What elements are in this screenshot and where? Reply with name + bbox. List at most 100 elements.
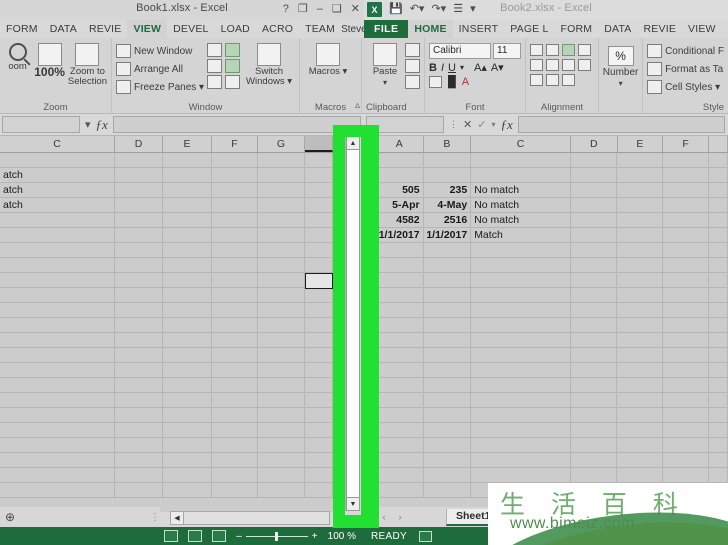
grid-cell-H5[interactable] xyxy=(305,213,333,227)
grid-cell-B11[interactable] xyxy=(424,303,472,317)
grid-cell-E2[interactable] xyxy=(163,168,212,182)
grid-cell-E7[interactable] xyxy=(617,243,664,257)
grid-cell-E5[interactable] xyxy=(617,213,664,227)
grid-cell-C1[interactable] xyxy=(471,153,571,167)
tab-data[interactable]: DATA xyxy=(598,20,637,38)
grid-cell-C22[interactable] xyxy=(0,468,115,482)
grid-cell-H19[interactable] xyxy=(305,423,333,437)
grid-cell-E8[interactable] xyxy=(163,258,212,272)
grid-cell-G8[interactable] xyxy=(709,258,728,272)
grid-cell-F19[interactable] xyxy=(663,423,709,437)
grid-cell-D4[interactable] xyxy=(571,198,618,212)
arrange-all-button[interactable]: Arrange All xyxy=(116,61,204,77)
grid-cell-F18[interactable] xyxy=(663,408,709,422)
zoom-level-label[interactable]: 100 % xyxy=(328,531,356,542)
col-header-G[interactable] xyxy=(709,136,728,152)
grid-cell-A11[interactable] xyxy=(376,303,424,317)
grid-cell-D8[interactable] xyxy=(115,258,163,272)
grid-cell-B4[interactable]: 4-May xyxy=(424,198,472,212)
prev-sheet-icon[interactable]: ‹ xyxy=(376,512,392,523)
grid-cell-F20[interactable] xyxy=(212,438,258,452)
grid-cell-C16[interactable] xyxy=(0,378,115,392)
grid-cell-G20[interactable] xyxy=(709,438,728,452)
decrease-font-size-icon[interactable]: A▾ xyxy=(491,61,504,74)
grid-cell-G1[interactable] xyxy=(709,153,728,167)
grid-cell-F1[interactable] xyxy=(663,153,709,167)
cut-icon[interactable] xyxy=(405,43,420,57)
grid-cell-D22[interactable] xyxy=(571,468,618,482)
copy-icon[interactable] xyxy=(405,59,420,73)
grid-cell-E3[interactable] xyxy=(617,183,664,197)
grid-cell-G6[interactable] xyxy=(258,228,305,242)
grid-cell-C12[interactable] xyxy=(0,318,115,332)
grid-cell-A8[interactable] xyxy=(376,258,424,272)
grid-cell-G22[interactable] xyxy=(258,468,305,482)
grid-cell-G18[interactable] xyxy=(258,408,305,422)
grid-cell-C17[interactable] xyxy=(471,393,571,407)
grid-cell-H11[interactable] xyxy=(305,303,333,317)
grid-cell-B13[interactable] xyxy=(424,333,472,347)
grid-cell-D14[interactable] xyxy=(115,348,163,362)
grid-cell-F3[interactable] xyxy=(212,183,258,197)
grid-cell-D3[interactable] xyxy=(115,183,163,197)
decrease-indent-icon[interactable] xyxy=(530,74,543,86)
grid-cell-G5[interactable] xyxy=(709,213,728,227)
col-header-H[interactable] xyxy=(305,136,333,152)
grid-cell-C21[interactable] xyxy=(471,453,571,467)
grid-cell-E4[interactable] xyxy=(617,198,664,212)
tab-page-layout[interactable]: PAGE L xyxy=(504,20,554,38)
grid-cell-D10[interactable] xyxy=(571,288,618,302)
grid-cell-D15[interactable] xyxy=(115,363,163,377)
orientation-icon[interactable] xyxy=(578,44,591,56)
grid-cell-A4[interactable]: 5-Apr xyxy=(376,198,424,212)
grid-cell-A12[interactable] xyxy=(376,318,424,332)
grid-cell-F8[interactable] xyxy=(212,258,258,272)
selected-cell[interactable] xyxy=(305,273,333,289)
add-sheet-button[interactable]: ⊕ xyxy=(0,510,20,524)
grid-cell-H20[interactable] xyxy=(305,438,333,452)
tab-insert[interactable]: INSERT xyxy=(453,20,505,38)
grid-cell-E16[interactable] xyxy=(617,378,664,392)
grid-cell-C9[interactable] xyxy=(471,273,571,287)
grid-cell-F15[interactable] xyxy=(663,363,709,377)
grid-cell-C20[interactable] xyxy=(471,438,571,452)
grid-cell-D21[interactable] xyxy=(115,453,163,467)
grid-cell-F16[interactable] xyxy=(212,378,258,392)
col-header-E[interactable]: E xyxy=(618,136,664,152)
grid-cell-H4[interactable] xyxy=(305,198,333,212)
tab-acrobat[interactable]: ACRO xyxy=(256,20,299,38)
grid-cell-C14[interactable] xyxy=(471,348,571,362)
grid-cell-D11[interactable] xyxy=(571,303,618,317)
grid-cell-F2[interactable] xyxy=(212,168,258,182)
grid-cell-D17[interactable] xyxy=(571,393,618,407)
formula-input[interactable] xyxy=(517,116,725,133)
grid-cell-D23[interactable] xyxy=(115,483,163,497)
font-name-input[interactable]: Calibri xyxy=(429,43,491,59)
grid-cell-E11[interactable] xyxy=(163,303,212,317)
grid-cell-F11[interactable] xyxy=(663,303,709,317)
grid-cell-G4[interactable] xyxy=(258,198,305,212)
grid-cell-D6[interactable] xyxy=(571,228,618,242)
grid-cell-G13[interactable] xyxy=(709,333,728,347)
grid-cell-C22[interactable] xyxy=(471,468,571,482)
chevron-down-icon[interactable]: ▾ xyxy=(383,78,387,88)
grid-cell-B2[interactable] xyxy=(424,168,472,182)
grid-cell-E6[interactable] xyxy=(163,228,212,242)
grid-cell-B12[interactable] xyxy=(424,318,472,332)
cancel-formula-icon[interactable]: ✕ xyxy=(463,118,472,131)
grid-cell-B6[interactable]: 1/1/2017 xyxy=(424,228,472,242)
grid-cell-D21[interactable] xyxy=(571,453,618,467)
view-side-by-side-icon[interactable] xyxy=(225,43,241,57)
zoom-to-selection-button[interactable]: Zoom to Selection xyxy=(68,40,107,87)
grid-cell-D16[interactable] xyxy=(115,378,163,392)
grid-cell-B19[interactable] xyxy=(424,423,472,437)
grid-cell-C3[interactable]: No match xyxy=(471,183,571,197)
grid-cell-G14[interactable] xyxy=(258,348,305,362)
grid-cell-A2[interactable] xyxy=(376,168,424,182)
grid-cell-F19[interactable] xyxy=(212,423,258,437)
grid-cell-F11[interactable] xyxy=(212,303,258,317)
maximize-icon[interactable]: ❑ xyxy=(332,1,342,17)
grid-cell-D4[interactable] xyxy=(115,198,163,212)
grid-cell-D14[interactable] xyxy=(571,348,618,362)
grid-cell-D10[interactable] xyxy=(115,288,163,302)
